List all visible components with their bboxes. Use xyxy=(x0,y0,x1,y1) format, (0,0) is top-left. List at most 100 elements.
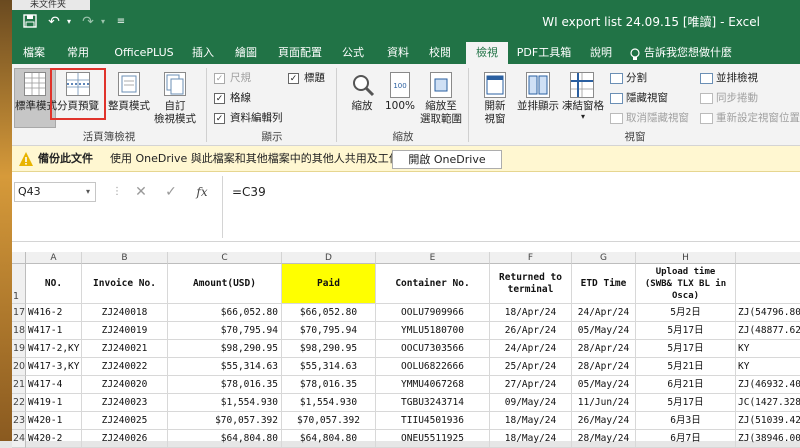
cell-no[interactable]: W417-4 xyxy=(26,376,82,394)
cell-etd[interactable]: 05/May/24 xyxy=(572,376,636,394)
cell-upload[interactable]: 6月21日 xyxy=(636,376,736,394)
cell-remark[interactable]: ZJ(46932.40) xyxy=(736,376,800,394)
cell-upload[interactable]: 5月17日 xyxy=(636,394,736,412)
header-cell-upload[interactable]: Upload time (SWB& TLX BL in Osca) xyxy=(636,264,736,304)
tab-file[interactable]: 檔案 xyxy=(14,42,54,64)
column-header-c[interactable]: C xyxy=(168,252,282,264)
cell-etd[interactable]: 24/Apr/24 xyxy=(572,304,636,322)
background-explorer-tab[interactable]: 未文件夹 xyxy=(12,0,90,10)
cell-container[interactable]: OOLU7909966 xyxy=(376,304,490,322)
cell-upload[interactable]: 6月7日 xyxy=(636,430,736,448)
cell-amount[interactable]: $1,554.930 xyxy=(168,394,282,412)
insert-function-icon[interactable]: fx xyxy=(194,182,210,202)
column-header-h[interactable]: H xyxy=(636,252,736,264)
cell-invoice[interactable]: ZJ240022 xyxy=(82,358,168,376)
row-header-1[interactable]: 1 xyxy=(12,264,26,304)
cell-container[interactable]: TGBU3243714 xyxy=(376,394,490,412)
row-header[interactable]: 18 xyxy=(12,322,26,340)
cell-no[interactable]: W417-1 xyxy=(26,322,82,340)
cell-amount[interactable]: $70,795.94 xyxy=(168,322,282,340)
column-header-g[interactable]: G xyxy=(572,252,636,264)
cell-returned[interactable]: 09/May/24 xyxy=(490,394,572,412)
cell-etd[interactable]: 28/May/24 xyxy=(572,430,636,448)
cell-paid[interactable]: $78,016.35 xyxy=(282,376,376,394)
cell-amount[interactable]: $78,016.35 xyxy=(168,376,282,394)
column-header-b[interactable]: B xyxy=(82,252,168,264)
cell-container[interactable]: ONEU5511925 xyxy=(376,430,490,448)
cell-paid[interactable]: $1,554.930 xyxy=(282,394,376,412)
row-header[interactable]: 22 xyxy=(12,394,26,412)
cell-paid[interactable]: $66,052.80 xyxy=(282,304,376,322)
tab-view[interactable]: 檢視 xyxy=(466,42,508,64)
header-cell-amount[interactable]: Amount(USD) xyxy=(168,264,282,304)
cell-remark[interactable]: JC(1427.328) xyxy=(736,394,800,412)
cell-no[interactable]: W417-2,KY xyxy=(26,340,82,358)
save-icon[interactable] xyxy=(22,14,38,30)
name-box-dropdown-icon[interactable]: ▾ xyxy=(86,182,96,202)
cell-remark[interactable]: ZJ(38946.00) xyxy=(736,430,800,448)
cell-returned[interactable]: 18/May/24 xyxy=(490,430,572,448)
cell-remark[interactable]: KY xyxy=(736,358,800,376)
tab-data[interactable]: 資料 xyxy=(378,42,418,64)
cell-returned[interactable]: 18/Apr/24 xyxy=(490,304,572,322)
cell-invoice[interactable]: ZJ240023 xyxy=(82,394,168,412)
header-cell-i[interactable] xyxy=(736,264,800,304)
row-header[interactable]: 19 xyxy=(12,340,26,358)
cell-no[interactable]: W417-3,KY xyxy=(26,358,82,376)
cell-paid[interactable]: $70,795.94 xyxy=(282,322,376,340)
gridlines-checkbox[interactable]: ✓ xyxy=(214,93,225,104)
cell-invoice[interactable]: ZJ240018 xyxy=(82,304,168,322)
row-header[interactable]: 21 xyxy=(12,376,26,394)
tab-help[interactable]: 說明 xyxy=(582,42,620,64)
header-cell-returned[interactable]: Returned to terminal xyxy=(490,264,572,304)
cell-etd[interactable]: 28/Apr/24 xyxy=(572,340,636,358)
formula-input-area[interactable] xyxy=(222,176,800,238)
cell-amount[interactable]: $66,052.80 xyxy=(168,304,282,322)
header-cell-no[interactable]: NO. xyxy=(26,264,82,304)
formula-bar-checkbox[interactable]: ✓ xyxy=(214,113,225,124)
row-header[interactable]: 23 xyxy=(12,412,26,430)
row-header[interactable]: 20 xyxy=(12,358,26,376)
view-side-by-side-button[interactable]: 並排檢視 xyxy=(716,72,758,85)
custom-views-button[interactable]: 自訂 檢視模式 xyxy=(152,100,198,126)
cell-invoice[interactable]: ZJ240026 xyxy=(82,430,168,448)
cell-amount[interactable]: $64,804.80 xyxy=(168,430,282,448)
cell-returned[interactable]: 26/Apr/24 xyxy=(490,322,572,340)
cell-no[interactable]: W419-1 xyxy=(26,394,82,412)
cell-etd[interactable]: 11/Jun/24 xyxy=(572,394,636,412)
cell-upload[interactable]: 5月17日 xyxy=(636,340,736,358)
tab-page-layout[interactable]: 頁面配置 xyxy=(270,42,330,64)
cell-no[interactable]: W420-1 xyxy=(26,412,82,430)
cell-invoice[interactable]: ZJ240021 xyxy=(82,340,168,358)
arrange-all-button[interactable]: 並排顯示 xyxy=(514,100,562,113)
cell-container[interactable]: YMLU5180700 xyxy=(376,322,490,340)
header-cell-container[interactable]: Container No. xyxy=(376,264,490,304)
cell-returned[interactable]: 18/May/24 xyxy=(490,412,572,430)
tab-officeplus[interactable]: OfficePLUS xyxy=(104,42,184,64)
tab-draw[interactable]: 繪圖 xyxy=(226,42,266,64)
cell-no[interactable]: W416-2 xyxy=(26,304,82,322)
cell-returned[interactable]: 24/Apr/24 xyxy=(490,340,572,358)
cell-container[interactable]: OOCU7303566 xyxy=(376,340,490,358)
cell-container[interactable]: YMMU4067268 xyxy=(376,376,490,394)
column-header-d[interactable]: D xyxy=(282,252,376,264)
cell-remark[interactable]: ZJ(48877.62) xyxy=(736,322,800,340)
customize-toolbar-icon[interactable]: ≡ xyxy=(114,14,128,30)
tab-insert[interactable]: 插入 xyxy=(186,42,220,64)
cell-amount[interactable]: $70,057.392 xyxy=(168,412,282,430)
column-header-e[interactable]: E xyxy=(376,252,490,264)
tab-pdf-toolbox[interactable]: PDF工具箱 xyxy=(512,42,576,64)
header-cell-etd[interactable]: ETD Time xyxy=(572,264,636,304)
name-box[interactable]: Q43 xyxy=(14,182,96,202)
cell-paid[interactable]: $98,290.95 xyxy=(282,340,376,358)
cell-upload[interactable]: 5月21日 xyxy=(636,358,736,376)
cell-amount[interactable]: $55,314.63 xyxy=(168,358,282,376)
cell-upload[interactable]: 6月3日 xyxy=(636,412,736,430)
zoom-100-button[interactable]: 100% xyxy=(382,100,418,113)
select-all-corner[interactable] xyxy=(12,252,26,264)
cell-upload[interactable]: 5月2日 xyxy=(636,304,736,322)
zoom-to-selection-button[interactable]: 縮放至 選取範圍 xyxy=(420,100,462,126)
cell-container[interactable]: TIIU4501936 xyxy=(376,412,490,430)
cell-remark[interactable]: KY xyxy=(736,340,800,358)
cancel-icon[interactable]: ✕ xyxy=(134,182,148,202)
